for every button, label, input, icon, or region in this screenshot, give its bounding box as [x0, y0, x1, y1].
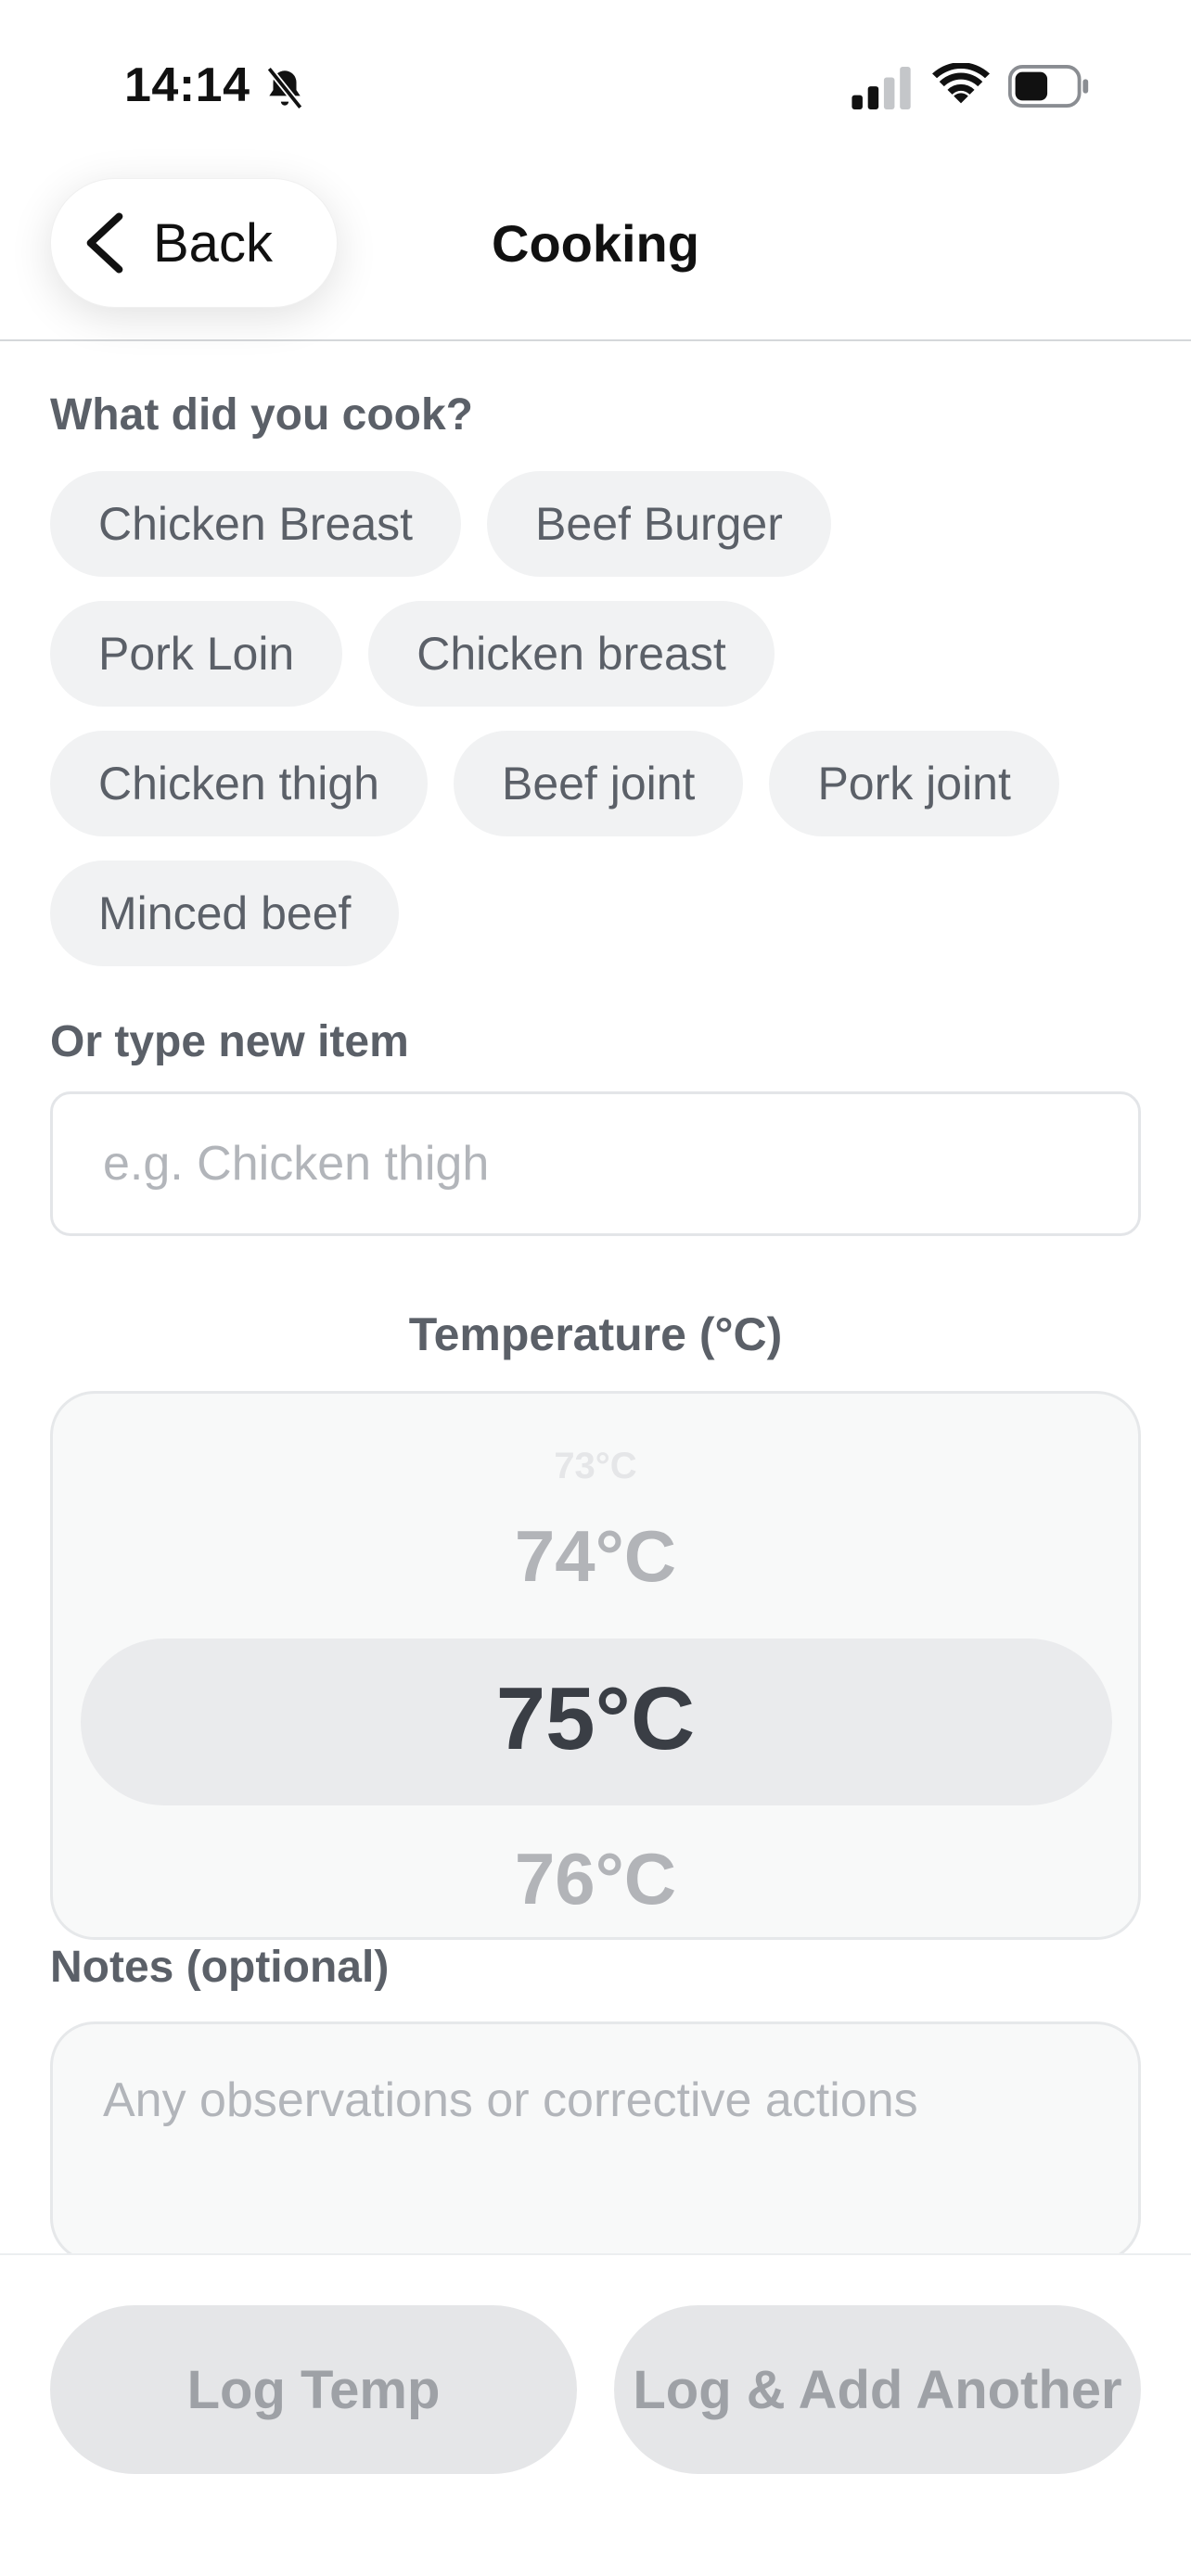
chip-row: Pork Loin Chicken breast	[50, 601, 1145, 707]
food-chip[interactable]: Chicken thigh	[50, 731, 428, 836]
notes-label: Notes (optional)	[50, 1943, 390, 1992]
status-bar: 14:14	[0, 0, 1191, 167]
picker-option-selected[interactable]: 75°C	[53, 1668, 1138, 1770]
new-item-label: Or type new item	[50, 1017, 409, 1066]
action-footer: Log Temp Log & Add Another	[0, 2253, 1191, 2576]
temperature-picker[interactable]: 73°C 74°C 75°C 76°C	[50, 1391, 1141, 1940]
new-item-input[interactable]	[50, 1091, 1141, 1236]
chip-row: Minced beef	[50, 861, 1145, 966]
food-chip[interactable]: Beef Burger	[487, 471, 831, 577]
notes-textarea[interactable]	[50, 2021, 1141, 2263]
picker-option[interactable]: 76°C	[53, 1837, 1138, 1921]
log-and-add-another-button[interactable]: Log & Add Another	[614, 2305, 1141, 2474]
log-temp-button[interactable]: Log Temp	[50, 2305, 577, 2474]
picker-option[interactable]: 73°C	[53, 1446, 1138, 1487]
picker-option[interactable]: 74°C	[53, 1514, 1138, 1599]
status-time: 14:14	[124, 58, 250, 112]
nav-header: Back Cooking	[0, 167, 1191, 341]
food-chip[interactable]: Minced beef	[50, 861, 400, 966]
page-title: Cooking	[492, 214, 699, 273]
food-chip[interactable]: Chicken Breast	[50, 471, 462, 577]
food-chip[interactable]: Pork Loin	[50, 601, 343, 707]
cellular-signal-icon	[852, 67, 911, 109]
wifi-icon	[932, 63, 990, 104]
food-chip[interactable]: Pork joint	[769, 731, 1059, 836]
food-chip[interactable]: Chicken breast	[368, 601, 775, 707]
chip-row: Chicken thigh Beef joint Pork joint	[50, 731, 1145, 836]
battery-icon	[1007, 65, 1089, 108]
food-chip-list: Chicken Breast Beef Burger Pork Loin Chi…	[50, 471, 1145, 990]
food-chip[interactable]: Beef joint	[453, 731, 744, 836]
food-question-label: What did you cook?	[50, 390, 473, 440]
bell-slash-icon	[266, 66, 303, 110]
chip-row: Chicken Breast Beef Burger	[50, 471, 1145, 577]
temperature-label: Temperature (°C)	[408, 1308, 783, 1360]
